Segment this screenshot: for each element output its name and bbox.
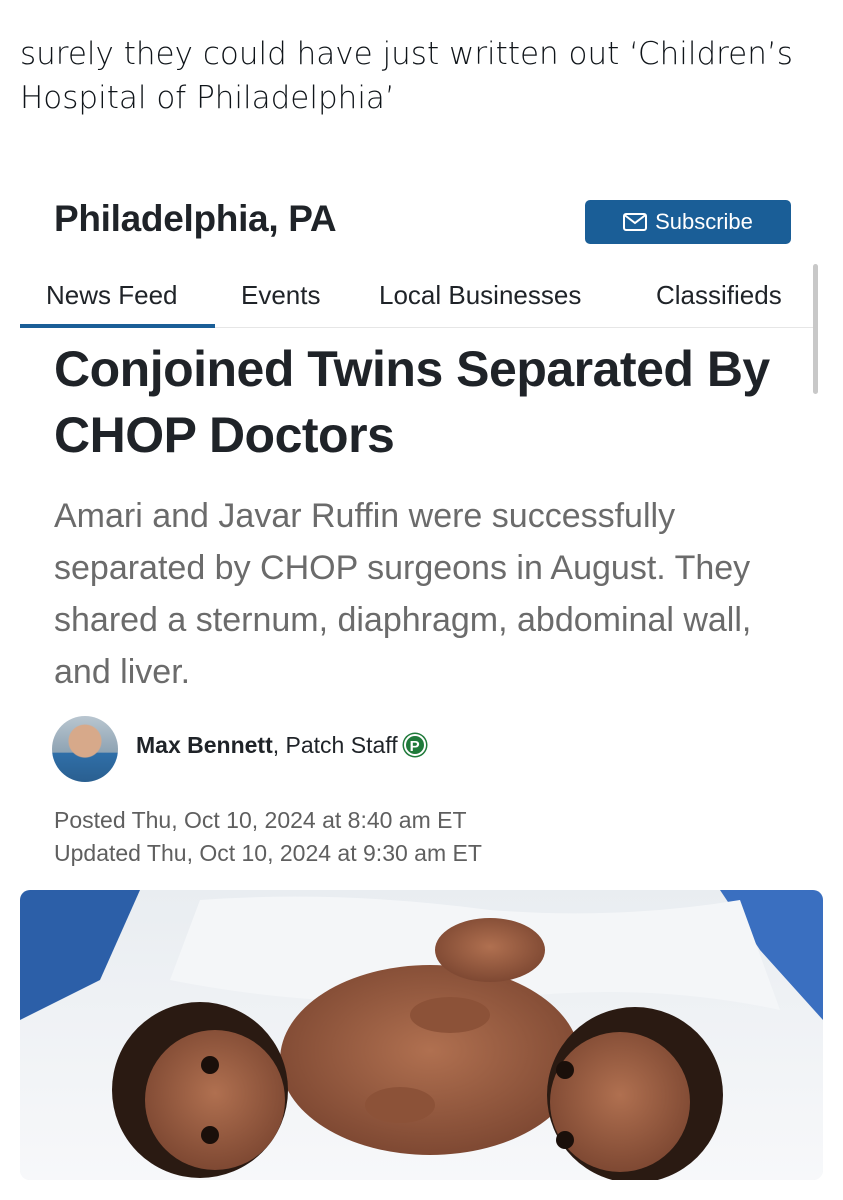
- article-dates: Posted Thu, Oct 10, 2024 at 8:40 am ET U…: [54, 804, 482, 870]
- article-headline: Conjoined Twins Separated By CHOP Doctor…: [54, 341, 770, 463]
- scrollbar[interactable]: [813, 264, 818, 394]
- patch-badge-icon: P: [403, 734, 426, 756]
- active-tab-indicator: [20, 324, 215, 328]
- tweet-text: surely they could have just written out …: [20, 36, 793, 116]
- tab-news-feed[interactable]: News Feed: [46, 280, 178, 311]
- site-header: Philadelphia, PA Subscribe: [54, 194, 793, 250]
- subscribe-button[interactable]: Subscribe: [585, 200, 791, 244]
- avatar[interactable]: [52, 716, 118, 782]
- article-photo: [20, 890, 823, 1180]
- subscribe-label: Subscribe: [655, 209, 753, 234]
- updated-date: Updated Thu, Oct 10, 2024 at 9:30 am ET: [54, 840, 482, 866]
- twins-photo-illustration: [20, 890, 823, 1180]
- screenshot-card: Philadelphia, PA Subscribe News Feed Eve…: [20, 168, 823, 1180]
- posted-date: Posted Thu, Oct 10, 2024 at 8:40 am ET: [54, 807, 467, 833]
- tab-local-businesses[interactable]: Local Businesses: [379, 280, 581, 311]
- article-summary: Amari and Javar Ruffin were successfully…: [54, 497, 752, 691]
- nav-tabs: News Feed Events Local Businesses Classi…: [20, 272, 818, 328]
- tab-events[interactable]: Events: [241, 280, 321, 311]
- byline: Max Bennett, Patch Staff P: [52, 716, 552, 782]
- tab-classifieds[interactable]: Classifieds: [656, 280, 782, 311]
- envelope-icon: [623, 213, 648, 231]
- author-name[interactable]: Max Bennett: [136, 732, 273, 758]
- site-title[interactable]: Philadelphia, PA: [54, 198, 337, 240]
- author-role: , Patch Staff: [272, 732, 398, 758]
- author-line: Max Bennett, Patch Staff P: [136, 732, 426, 759]
